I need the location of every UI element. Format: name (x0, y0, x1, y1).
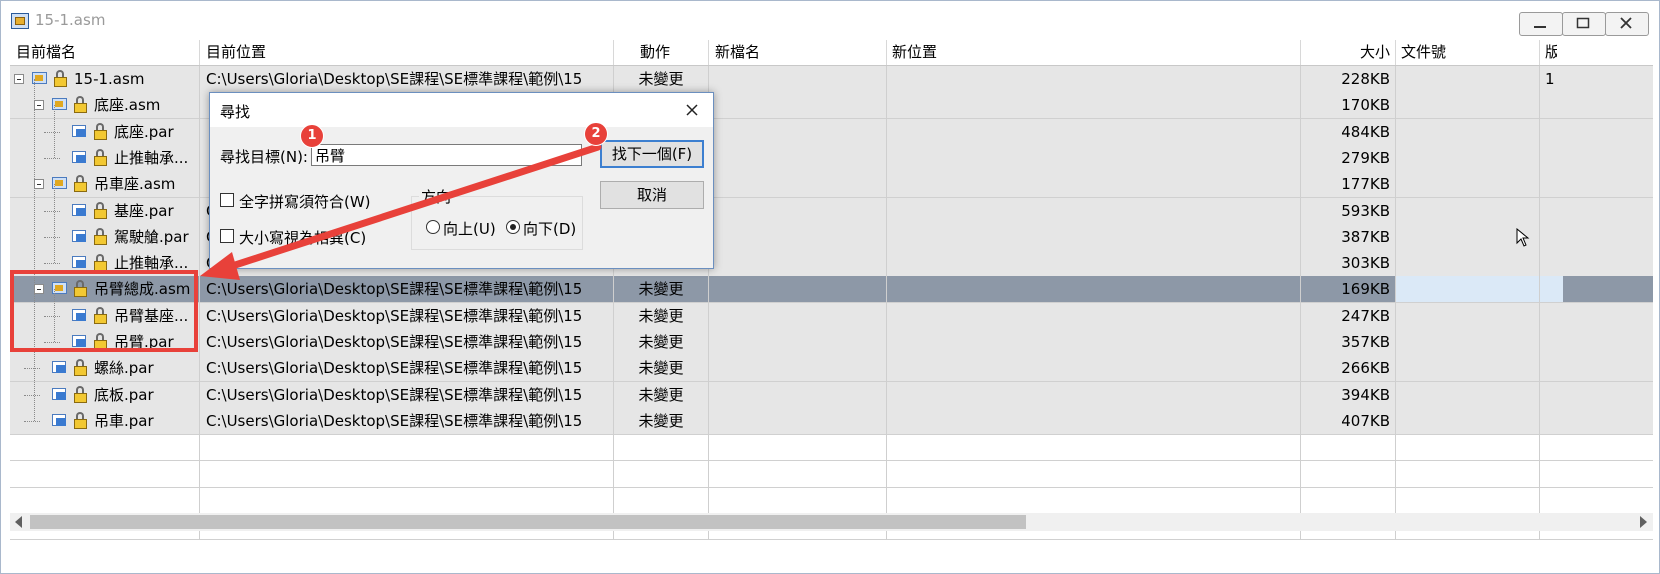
annotation-badge-2: 2 (584, 122, 608, 146)
annotation-arrow-icon (200, 143, 602, 280)
annotation-badge-1: 1 (300, 124, 324, 148)
